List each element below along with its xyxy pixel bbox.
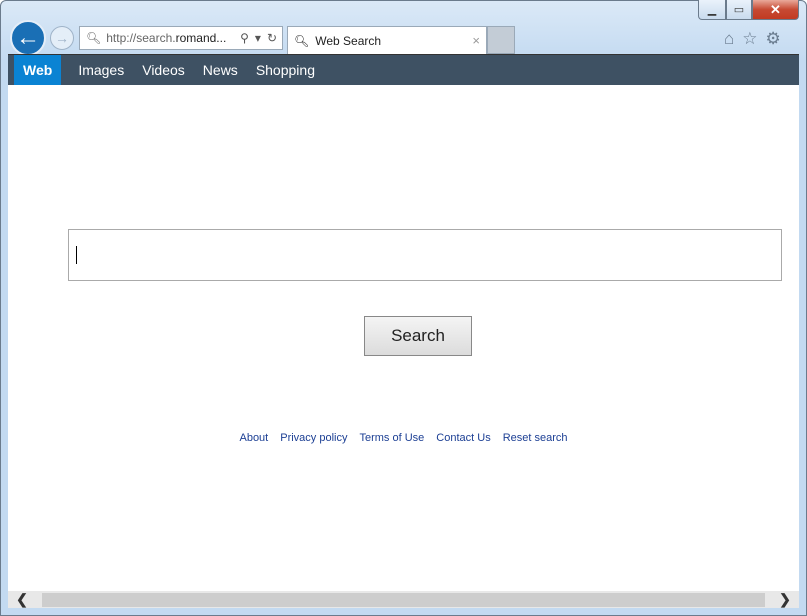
tab-title: Web Search: [315, 33, 382, 48]
search-input[interactable]: [68, 229, 782, 281]
dropdown-icon[interactable]: ▾: [255, 31, 261, 45]
close-tab-icon[interactable]: ×: [472, 33, 480, 48]
url-prefix: http://search.: [106, 31, 176, 45]
new-tab-button[interactable]: [487, 26, 515, 54]
about-link[interactable]: About: [239, 432, 268, 444]
nav-news[interactable]: News: [194, 55, 247, 85]
tab-search-icon: 🔍︎: [294, 33, 310, 48]
privacy-policy-link[interactable]: Privacy policy: [280, 432, 347, 444]
search-icon: 🔍︎: [86, 31, 102, 45]
reset-search-link[interactable]: Reset search: [503, 432, 568, 444]
url-domain: romand...: [175, 31, 227, 45]
scroll-right-icon[interactable]: ❯: [771, 591, 799, 608]
search-button[interactable]: Search: [364, 316, 472, 356]
minimize-button[interactable]: ▁: [698, 0, 726, 20]
maximize-button[interactable]: ▭: [726, 0, 752, 20]
forward-button[interactable]: →: [50, 26, 74, 50]
text-caret: [76, 246, 77, 264]
tab-web-search[interactable]: 🔍︎ Web Search ×: [287, 26, 487, 54]
scroll-thumb[interactable]: [42, 592, 765, 607]
close-window-button[interactable]: ✕: [752, 0, 799, 20]
home-icon[interactable]: ⌂: [724, 29, 734, 49]
refresh-icon[interactable]: ↻: [267, 31, 277, 45]
scroll-left-icon[interactable]: ❮: [8, 591, 36, 608]
nav-shopping[interactable]: Shopping: [247, 55, 324, 85]
search-nav: Web Images Videos News Shopping: [8, 55, 799, 85]
nav-videos[interactable]: Videos: [133, 55, 194, 85]
nav-images[interactable]: Images: [69, 55, 133, 85]
favorites-star-icon[interactable]: ☆: [742, 29, 757, 49]
terms-of-use-link[interactable]: Terms of Use: [359, 432, 424, 444]
horizontal-scrollbar[interactable]: ❮ ❯: [8, 591, 799, 608]
back-button[interactable]: ←: [10, 20, 46, 56]
search-go-icon[interactable]: ⚲: [240, 31, 249, 45]
contact-us-link[interactable]: Contact Us: [436, 432, 490, 444]
page-content: Web Images Videos News Shopping Search A…: [8, 54, 799, 591]
nav-web[interactable]: Web: [14, 55, 62, 85]
gear-icon[interactable]: ⚙: [766, 29, 781, 49]
address-bar[interactable]: 🔍︎ http://search. romand... ⚲ ▾ ↻: [79, 26, 283, 50]
footer-links: About Privacy policy Terms of Use Contac…: [8, 432, 799, 444]
